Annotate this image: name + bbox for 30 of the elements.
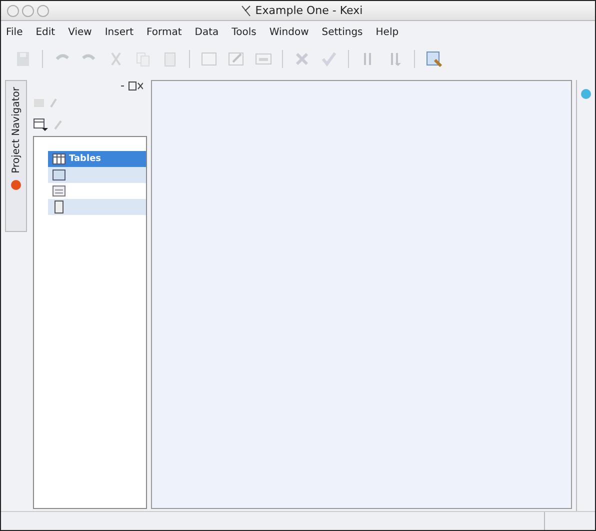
menu-item[interactable]: View	[68, 27, 92, 38]
menu-item[interactable]: Window	[269, 27, 309, 38]
new-object-icon[interactable]	[33, 118, 49, 132]
dot-icon[interactable]	[580, 88, 592, 100]
menu-item[interactable]: File	[6, 27, 23, 38]
item-icon	[52, 200, 66, 214]
app-icon	[241, 4, 252, 16]
maximize-button[interactable]	[37, 4, 49, 16]
find-icon[interactable]	[425, 50, 443, 68]
navigator-item[interactable]	[48, 167, 146, 183]
side-tab[interactable]: Project Navigator	[5, 80, 27, 232]
menu-item[interactable]: Tools	[232, 27, 256, 38]
item-label: Tables	[69, 154, 102, 164]
open-icon[interactable]	[33, 97, 45, 109]
minimize-button[interactable]	[22, 4, 34, 16]
menu-item[interactable]: Edit	[36, 27, 56, 38]
item-icon	[52, 168, 66, 182]
item-icon	[52, 152, 66, 166]
window-title: Example One - Kexi	[255, 4, 363, 17]
navigator-item[interactable]: Tables	[48, 151, 146, 167]
navigator-item[interactable]	[48, 199, 146, 215]
dot-icon	[10, 179, 22, 192]
close-window-button[interactable]	[7, 4, 19, 16]
menu-item[interactable]: Help	[376, 27, 399, 38]
menu-item[interactable]: Format	[146, 27, 182, 38]
item-icon	[52, 184, 66, 198]
menu-item[interactable]: Settings	[322, 27, 363, 38]
menu-item[interactable]: Insert	[104, 27, 134, 38]
panel-controls-icon[interactable]	[119, 81, 143, 91]
menu-item[interactable]: Data	[194, 27, 219, 38]
